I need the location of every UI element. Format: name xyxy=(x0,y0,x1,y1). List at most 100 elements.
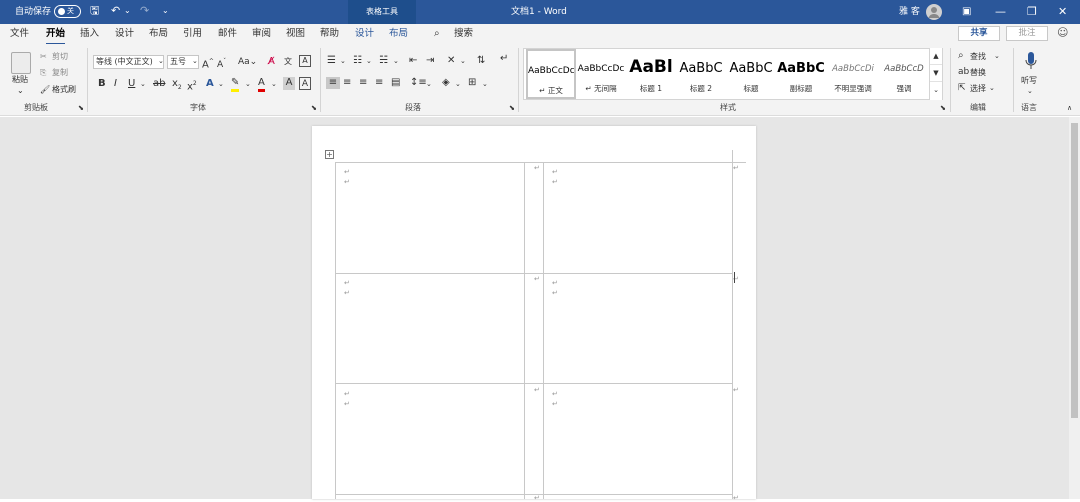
redo-icon[interactable]: ↷ xyxy=(140,4,149,18)
smiley-icon[interactable]: ☺ xyxy=(1057,27,1068,39)
text-effects-icon[interactable]: A xyxy=(206,78,214,90)
tab-table-layout[interactable]: 布局 xyxy=(389,28,408,40)
clear-formatting-icon[interactable]: A̸ xyxy=(268,56,275,68)
chinese-layout-icon[interactable]: ✕ xyxy=(447,55,455,67)
format-painter-button[interactable]: 格式刷 xyxy=(52,84,76,95)
style-subtitle[interactable]: AaBbC 副标题 xyxy=(776,49,826,99)
font-name-dropdown-icon[interactable]: ⌄ xyxy=(158,56,164,67)
chinese-layout-dropdown-icon[interactable]: ⌄ xyxy=(460,56,466,67)
tab-view[interactable]: 视图 xyxy=(286,28,305,40)
style-normal[interactable]: AaBbCcDc ↵ 正文 xyxy=(526,49,576,99)
superscript-icon[interactable]: x2 xyxy=(187,78,197,93)
style-emphasis[interactable]: AaBbCcD 强调 xyxy=(880,49,928,99)
bold-icon[interactable]: B xyxy=(98,78,106,90)
minimize-button[interactable]: — xyxy=(995,4,1006,20)
show-hide-marks-icon[interactable]: ↵ xyxy=(500,53,508,65)
multilevel-dropdown-icon[interactable]: ⌄ xyxy=(393,56,399,67)
cut-icon[interactable]: ✂ xyxy=(40,51,47,62)
document-page[interactable]: + ↵ ↵ ↵ ↵ ↵ ↵ ↵ ↵ ↵ ↵ ↵ ↵ ↵ ↵ ↵ ↵ ↵ ↵ ↵ … xyxy=(312,126,756,502)
copy-icon[interactable]: ⎘ xyxy=(40,67,46,78)
tab-insert[interactable]: 插入 xyxy=(80,28,99,40)
undo-icon[interactable]: ↶ xyxy=(111,4,120,18)
bullets-dropdown-icon[interactable]: ⌄ xyxy=(340,56,346,67)
select-dropdown-icon[interactable]: ⌄ xyxy=(989,83,995,94)
text-effects-dropdown-icon[interactable]: ⌄ xyxy=(218,79,224,90)
replace-button[interactable]: 替换 xyxy=(970,67,986,78)
microphone-icon[interactable] xyxy=(1024,51,1038,74)
borders-icon[interactable]: ⊞ xyxy=(468,77,476,89)
style-title[interactable]: AaBbC 标题 xyxy=(726,49,776,99)
scrollbar-thumb[interactable] xyxy=(1071,123,1078,418)
find-button[interactable]: 查找 xyxy=(970,51,986,62)
dictate-button[interactable]: 听写 xyxy=(1021,75,1037,86)
gallery-up-icon[interactable]: ▲ xyxy=(930,48,942,65)
font-launcher-icon[interactable]: ⬊ xyxy=(311,103,317,114)
style-no-spacing[interactable]: AaBbCcDc ↵ 无间隔 xyxy=(576,49,626,99)
grow-font-icon[interactable]: A^ xyxy=(202,56,214,71)
share-button[interactable]: 共享 xyxy=(958,26,1000,41)
tab-file[interactable]: 文件 xyxy=(10,28,29,40)
character-border-icon[interactable]: A xyxy=(299,77,311,90)
shading-dropdown-icon[interactable]: ⌄ xyxy=(455,79,461,90)
shading-icon[interactable]: ◈ xyxy=(442,77,450,89)
comments-button[interactable]: 批注 xyxy=(1006,26,1048,41)
user-name[interactable]: 雅 客 xyxy=(899,5,920,19)
tab-design[interactable]: 设计 xyxy=(115,28,134,40)
bullets-icon[interactable]: ☰ xyxy=(327,55,336,67)
customize-qat-icon[interactable]: ⌄ xyxy=(162,4,169,18)
save-icon[interactable]: 🖫 xyxy=(90,4,99,18)
justify-icon[interactable]: ≡ xyxy=(375,77,383,89)
collapse-ribbon-icon[interactable]: ∧ xyxy=(1067,103,1072,114)
multilevel-list-icon[interactable]: ☵ xyxy=(379,55,388,67)
gallery-down-icon[interactable]: ▼ xyxy=(930,65,942,82)
character-shading-icon[interactable]: A xyxy=(283,77,295,90)
copy-button[interactable]: 复制 xyxy=(52,67,68,78)
phonetic-guide-icon[interactable]: 文 xyxy=(284,56,292,68)
sort-icon[interactable]: ⇅ xyxy=(477,55,485,67)
borders-dropdown-icon[interactable]: ⌄ xyxy=(482,79,488,90)
tab-mailings[interactable]: 邮件 xyxy=(218,28,237,40)
find-dropdown-icon[interactable]: ⌄ xyxy=(994,51,1000,62)
strikethrough-icon[interactable]: ab xyxy=(153,78,165,90)
tab-review[interactable]: 审阅 xyxy=(252,28,271,40)
user-avatar-icon[interactable] xyxy=(926,4,942,20)
search-icon[interactable]: ⌕ xyxy=(434,28,440,40)
font-size-dropdown-icon[interactable]: ⌄ xyxy=(192,56,198,67)
align-center-icon[interactable]: ≡ xyxy=(343,77,351,89)
distributed-icon[interactable]: ▤ xyxy=(391,77,400,89)
line-spacing-dropdown-icon[interactable]: ⌄ xyxy=(426,79,432,90)
style-subtle-emphasis[interactable]: AaBbCcDi 不明显强调 xyxy=(826,49,880,99)
numbering-icon[interactable]: ☷ xyxy=(353,55,362,67)
paste-dropdown-icon[interactable]: ⌄ xyxy=(17,85,24,96)
paragraph-launcher-icon[interactable]: ⬊ xyxy=(509,103,515,114)
search-box[interactable]: 搜索 xyxy=(454,28,473,40)
shrink-font-icon[interactable]: Aˇ xyxy=(217,56,226,71)
close-button[interactable]: ✕ xyxy=(1058,4,1067,20)
cut-button[interactable]: 剪切 xyxy=(52,51,68,62)
font-color-icon[interactable]: A xyxy=(258,77,265,92)
highlight-color-icon[interactable]: ✎ xyxy=(231,77,240,92)
paste-icon[interactable] xyxy=(11,52,31,74)
tab-references[interactable]: 引用 xyxy=(183,28,202,40)
tab-table-design[interactable]: 设计 xyxy=(355,28,374,40)
line-spacing-icon[interactable]: ↕≡ xyxy=(410,77,427,89)
change-case-icon[interactable]: Aa⌄ xyxy=(238,56,257,68)
table-move-handle-icon[interactable]: + xyxy=(325,150,334,159)
replace-icon[interactable]: ab xyxy=(958,67,969,78)
style-heading-2[interactable]: AaBbC 标题 2 xyxy=(676,49,726,99)
tab-layout[interactable]: 布局 xyxy=(149,28,168,40)
styles-launcher-icon[interactable]: ⬊ xyxy=(940,103,946,114)
underline-icon[interactable]: U xyxy=(128,78,135,90)
align-right-icon[interactable]: ≡ xyxy=(359,77,367,89)
undo-dropdown-icon[interactable]: ⌄ xyxy=(124,4,131,18)
clipboard-launcher-icon[interactable]: ⬊ xyxy=(78,103,84,114)
underline-dropdown-icon[interactable]: ⌄ xyxy=(140,79,146,90)
ribbon-display-options-icon[interactable]: ▣ xyxy=(962,4,971,20)
select-icon[interactable]: ⇱ xyxy=(958,83,966,94)
style-heading-1[interactable]: AaBl 标题 1 xyxy=(626,49,676,99)
italic-icon[interactable]: I xyxy=(114,78,117,90)
restore-button[interactable]: ❐ xyxy=(1027,4,1037,20)
paste-button[interactable]: 粘贴 xyxy=(12,74,28,85)
tab-home[interactable]: 开始 xyxy=(46,28,66,45)
font-name-select[interactable]: 等线 (中文正文) xyxy=(93,55,164,69)
